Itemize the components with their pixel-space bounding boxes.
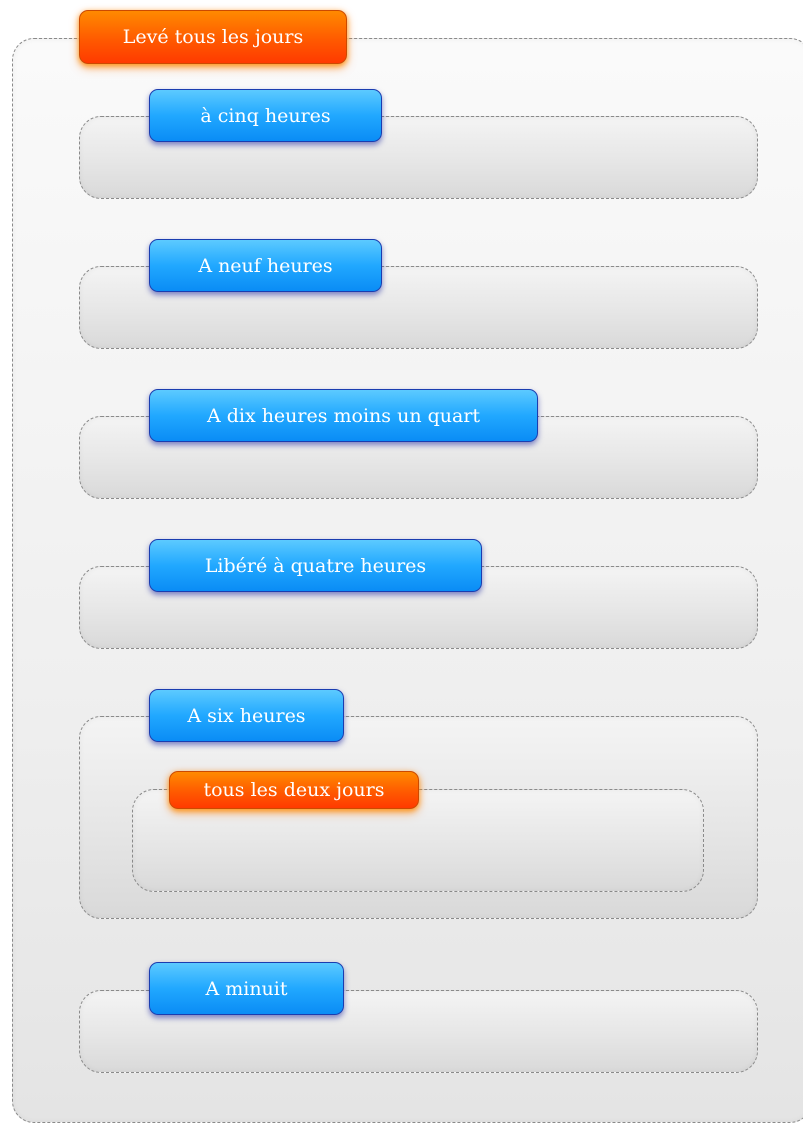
group-label-nine-oclock: A neuf heures bbox=[149, 239, 382, 292]
inner-label-every-two-days: tous les deux jours bbox=[169, 771, 419, 809]
outer-title-label: Levé tous les jours bbox=[79, 10, 347, 64]
group-label-quarter-to-ten: A dix heures moins un quart bbox=[149, 389, 538, 442]
group-label-six-oclock: A six heures bbox=[149, 689, 344, 742]
group-label-released-four: Libéré à quatre heures bbox=[149, 539, 482, 592]
group-label-midnight: A minuit bbox=[149, 962, 344, 1015]
group-label-five-oclock: à cinq heures bbox=[149, 89, 382, 142]
